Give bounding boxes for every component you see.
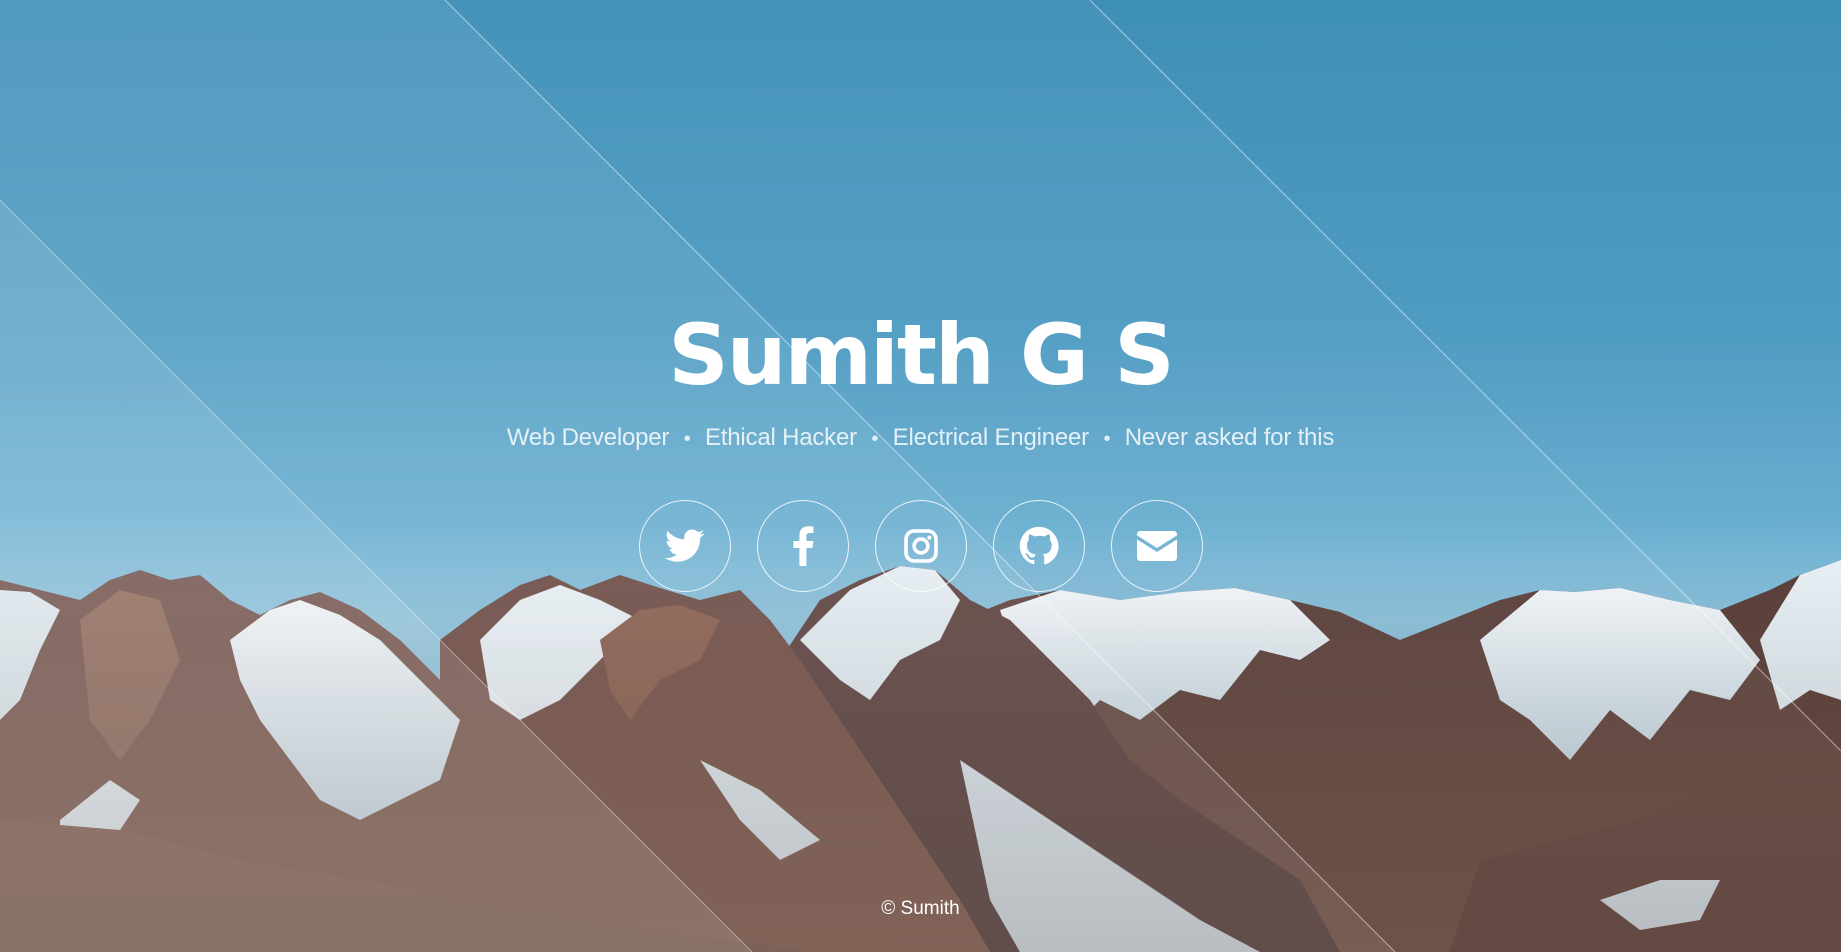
site-title: Sumith G S <box>668 306 1175 404</box>
separator-dot: • <box>683 428 691 450</box>
tagline: Web Developer • Ethical Hacker • Electri… <box>0 424 1841 452</box>
facebook-button[interactable] <box>756 500 849 592</box>
role-ethical-hacker: Ethical Hacker <box>704 424 857 451</box>
github-button[interactable] <box>992 500 1085 592</box>
hero: Sumith G S Web Developer • Ethical Hacke… <box>0 300 1841 452</box>
separator-dot: • <box>1103 428 1111 450</box>
twitter-icon <box>664 529 704 562</box>
mountain-background <box>0 560 1841 952</box>
instagram-icon <box>903 529 938 563</box>
github-icon <box>1019 526 1059 565</box>
separator-dot: • <box>871 428 879 450</box>
twitter-button[interactable] <box>638 500 731 592</box>
envelope-icon <box>1136 531 1177 561</box>
role-electrical-engineer: Electrical Engineer <box>892 424 1090 451</box>
footer-copyright: © Sumith <box>881 898 960 919</box>
instagram-button[interactable] <box>874 500 967 592</box>
facebook-icon <box>792 526 813 566</box>
role-never-asked: Never asked for this <box>1124 424 1335 451</box>
page: Sumith G S Web Developer • Ethical Hacke… <box>0 0 1841 952</box>
email-button[interactable] <box>1110 500 1203 592</box>
social-links <box>0 500 1841 592</box>
role-web-developer: Web Developer <box>506 424 670 451</box>
